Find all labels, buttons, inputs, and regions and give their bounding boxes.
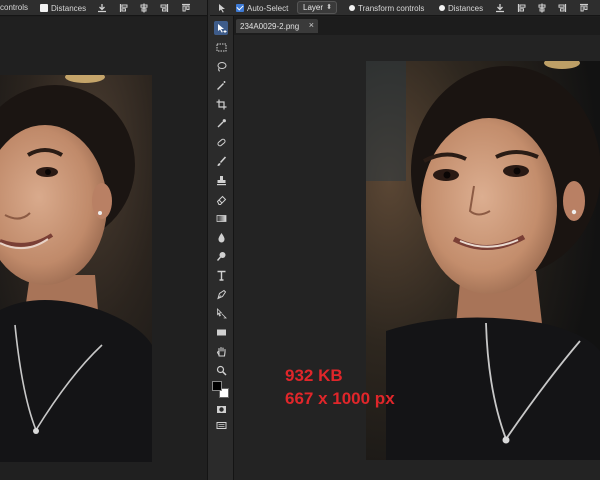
align-left-icon-right[interactable] — [516, 2, 528, 14]
align-top-icon-right[interactable] — [578, 2, 590, 14]
transform-controls-checkbox[interactable] — [349, 5, 355, 11]
color-swatches[interactable] — [212, 381, 230, 399]
portrait-photo-right — [366, 61, 600, 460]
healing-brush-icon[interactable] — [214, 135, 228, 149]
distances-option-right[interactable]: Distances — [439, 3, 483, 13]
auto-select-checkbox[interactable] — [236, 4, 244, 12]
distances-checkbox[interactable] — [40, 4, 48, 12]
distances-checkbox-right[interactable] — [439, 5, 445, 11]
dodge-tool-icon[interactable] — [214, 249, 228, 263]
blur-tool-icon[interactable] — [214, 230, 228, 244]
type-tool-icon[interactable] — [214, 268, 228, 282]
align-top-icon[interactable] — [180, 2, 192, 14]
magic-wand-icon[interactable] — [214, 78, 228, 92]
brush-tool-icon[interactable] — [214, 154, 228, 168]
distances-option[interactable]: Distances — [40, 3, 86, 13]
tools-panel — [207, 0, 234, 480]
distances-label: Distances — [51, 3, 87, 13]
lasso-tool-icon[interactable] — [214, 59, 228, 73]
align-right-icon-right[interactable] — [556, 2, 568, 14]
auto-select-option[interactable]: Auto-Select — [236, 3, 288, 13]
chevron-updown-icon: ⬍ — [326, 4, 332, 11]
transform-controls-label: Transform controls — [358, 3, 425, 13]
align-right-icon[interactable] — [158, 2, 170, 14]
transform-controls-label[interactable]: controls — [0, 3, 28, 12]
hand-tool-icon[interactable] — [214, 344, 228, 358]
layer-select-value: Layer — [303, 3, 324, 12]
right-document-canvas[interactable]: 234A0029-2.png × — [234, 17, 600, 480]
quick-mask-icon[interactable] — [214, 402, 228, 416]
right-options-bar: Auto-Select Layer ⬍ Transform controls D… — [210, 0, 600, 16]
gradient-tool-icon[interactable] — [214, 211, 228, 225]
auto-select-label: Auto-Select — [247, 3, 289, 13]
align-left-icon[interactable] — [118, 2, 130, 14]
rectangle-tool-icon[interactable] — [214, 325, 228, 339]
align-center-icon-right[interactable] — [536, 2, 548, 14]
foreground-color-swatch[interactable] — [212, 381, 222, 391]
download-icon[interactable] — [96, 2, 108, 14]
path-selection-icon[interactable] — [214, 306, 228, 320]
left-options-bar: controls Distances — [0, 0, 207, 16]
download-icon-right[interactable] — [494, 2, 506, 14]
portrait-photo-left — [0, 75, 152, 462]
align-center-icon[interactable] — [138, 2, 150, 14]
crop-tool-icon[interactable] — [214, 97, 228, 111]
eyedropper-icon[interactable] — [214, 116, 228, 130]
dimensions-label: 667 x 1000 px — [285, 389, 395, 408]
distances-label-right: Distances — [448, 3, 484, 13]
document-tab-title: 234A0029-2.png — [240, 21, 300, 31]
move-arrow-icon[interactable] — [216, 2, 228, 14]
eraser-tool-icon[interactable] — [214, 192, 228, 206]
image-info-annotation: 932 KB 667 x 1000 px — [285, 364, 395, 410]
left-document-canvas[interactable] — [0, 17, 207, 480]
screen-mode-icon[interactable] — [214, 418, 228, 432]
stamp-tool-icon[interactable] — [214, 173, 228, 187]
document-tab-bar: 234A0029-2.png × — [234, 17, 600, 35]
zoom-tool-icon[interactable] — [214, 363, 228, 377]
move-tool-icon[interactable] — [214, 21, 228, 35]
file-size-label: 932 KB — [285, 366, 343, 385]
pen-tool-icon[interactable] — [214, 287, 228, 301]
layer-select[interactable]: Layer ⬍ — [297, 1, 337, 14]
document-tab[interactable]: 234A0029-2.png × — [236, 19, 318, 33]
transform-controls-option[interactable]: Transform controls — [349, 3, 424, 13]
marquee-tool-icon[interactable] — [214, 40, 228, 54]
close-icon[interactable]: × — [309, 20, 314, 30]
